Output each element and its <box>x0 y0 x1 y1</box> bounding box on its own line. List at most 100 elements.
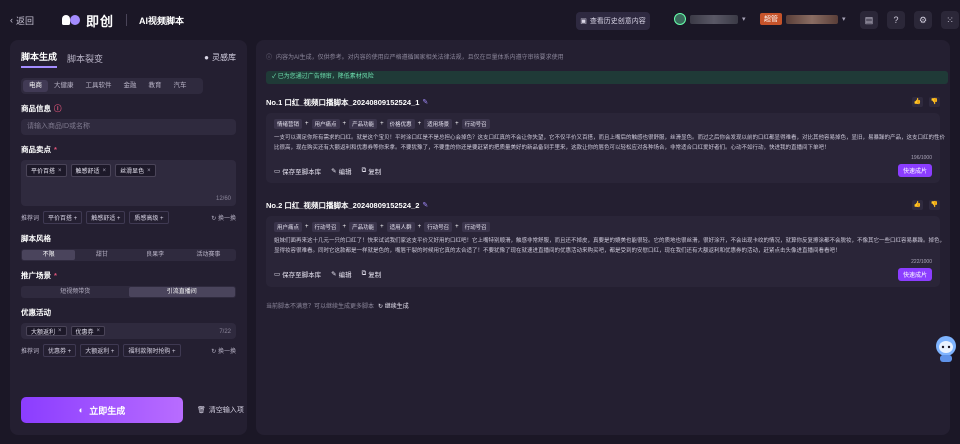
script-tag: 适用场景 <box>424 119 453 129</box>
category-tab[interactable]: 汽车 <box>168 80 193 92</box>
history-button[interactable]: ▣ 查看历史创意内容 <box>576 12 650 30</box>
script-card: 用户痛点 + 行动号召 + 产品功能 + 适用人群 + 行动号召 + 行动号召 姐妹们面再… <box>266 216 945 287</box>
swap-button[interactable]: ↻ 换一换 <box>211 346 236 355</box>
recommend-chip[interactable]: 福利款限时抢购 + <box>123 344 181 357</box>
close-icon[interactable]: × <box>147 168 151 174</box>
selling-point-chip: 平价百搭 × <box>26 164 67 177</box>
info-icon: ⓘ <box>54 104 62 113</box>
edit-title-icon[interactable]: ✎ <box>422 98 428 106</box>
save-to-library-button[interactable]: ▭ 保存至脚本库 <box>274 166 321 176</box>
copy-button[interactable]: ⧉ 复制 <box>362 166 382 176</box>
thumbs-down-icon[interactable]: 👎 <box>929 200 940 211</box>
action-label: 保存至脚本库 <box>282 272 322 279</box>
avatar <box>674 13 686 25</box>
product-input[interactable]: 请输入商品ID或名称 <box>21 119 236 135</box>
brand-logo-icon: ◐ <box>78 405 85 415</box>
plus-icon: + <box>380 121 384 127</box>
required-mark: * <box>54 271 57 280</box>
audit-notice-text: 已为您通过广告频审，降低素材风险 <box>277 74 374 80</box>
recommend-chip[interactable]: 大额返利 + <box>80 344 120 357</box>
script-card-header: No.2 口红_视频口播脚本_20240809152524_2 ✎ 👍 👎 <box>266 199 940 211</box>
selling-points-input[interactable]: 平价百搭 × 触感舒适 × 丝滑显色 × 12/60 <box>21 160 236 206</box>
script-tags: 情绪营销 + 用户痛点 + 产品功能 + 价格优惠 + 适用场景 + 行动号召 <box>274 119 932 129</box>
selling-points-label: 商品卖点 * <box>21 144 236 155</box>
recommend-chip[interactable]: 质感高级 + <box>129 211 169 224</box>
history-label: 查看历史创意内容 <box>589 18 646 25</box>
gear-icon[interactable]: ⚙ <box>914 11 932 29</box>
save-to-library-button[interactable]: ▭ 保存至脚本库 <box>274 269 321 279</box>
copy-button[interactable]: ⧉ 复制 <box>362 269 382 279</box>
recommend-row: 推荐词 优惠券 + 大额返利 + 福利款限时抢购 + ↻ 换一换 <box>21 344 236 357</box>
scene-option[interactable]: 引流直播间 <box>128 287 235 297</box>
category-tab[interactable]: 大健康 <box>48 80 80 92</box>
thumbs-up-icon[interactable]: 👍 <box>912 200 923 211</box>
promo-chip: 优惠券 × <box>70 326 106 336</box>
style-option[interactable]: 活动赛事 <box>182 250 235 260</box>
module-name: AI视频脚本 <box>139 15 185 26</box>
continue-button[interactable]: ↻ 继续生成 <box>378 301 409 310</box>
close-icon[interactable]: × <box>103 168 107 174</box>
style-option[interactable]: 甜甘 <box>75 250 128 260</box>
script-actions: ▭ 保存至脚本库 ✎ 编辑 ⧉ 复制 快速成片 <box>274 267 932 281</box>
scene-selector: 短视频带货 引流直播间 <box>21 286 236 298</box>
tab-script-generate[interactable]: 脚本生成 <box>21 50 58 68</box>
category-tab[interactable]: 金融 <box>118 80 143 92</box>
tab-script-fission[interactable]: 脚本裂变 <box>67 52 103 68</box>
style-option[interactable]: 良果李 <box>129 250 182 260</box>
refresh-icon: ↻ <box>211 349 217 355</box>
thumbs-up-icon[interactable]: 👍 <box>912 97 923 107</box>
plus-icon: + <box>342 121 347 127</box>
inspiration-library-link[interactable]: ● 灵感库 <box>204 52 236 63</box>
generate-button[interactable]: ◐ 立即生成 <box>21 397 183 423</box>
swap-button[interactable]: ↻ 换一换 <box>211 213 236 222</box>
edit-icon: ✎ <box>331 167 337 175</box>
scene-option[interactable]: 短视频带货 <box>22 287 129 297</box>
divider <box>126 14 128 26</box>
clear-button[interactable]: 🗑 清空输入项 <box>197 405 244 415</box>
user-menu[interactable]: ▾ <box>674 13 746 25</box>
continue-hint: 当前脚本不满意？可以继续生成更多脚本 <box>266 303 375 310</box>
chip-label: 优惠券 <box>75 329 94 336</box>
edit-title-icon[interactable]: ✎ <box>422 201 428 209</box>
close-icon[interactable]: × <box>97 328 101 334</box>
category-tab[interactable]: 教育 <box>143 80 168 92</box>
feedback-buttons: 👍 👎 <box>912 200 940 211</box>
script-tag: 用户痛点 <box>274 222 303 233</box>
recommend-chip[interactable]: 平价百搭 + <box>43 211 83 224</box>
apps-grid-icon[interactable]: ⁙ <box>941 11 959 29</box>
style-label: 脚本风格 <box>21 234 51 243</box>
style-selector: 不限 甜甘 良果李 活动赛事 <box>21 249 236 261</box>
quick-video-button[interactable]: 快速成片 <box>897 267 932 281</box>
selling-point-chip: 触感舒适 × <box>70 164 112 177</box>
script-actions: ▭ 保存至脚本库 ✎ 编辑 ⧉ 复制 快速成片 <box>274 164 932 178</box>
script-tags: 用户痛点 + 行动号召 + 产品功能 + 适用人群 + 行动号召 + 行动号召 <box>274 222 932 233</box>
close-icon[interactable]: × <box>58 328 62 334</box>
category-tab[interactable]: 电商 <box>23 80 48 92</box>
edit-button[interactable]: ✎ 编辑 <box>331 166 351 176</box>
style-option[interactable]: 不限 <box>22 250 76 260</box>
back-button[interactable]: ‹ 返回 <box>10 14 34 27</box>
recommend-chip[interactable]: 触感舒适 + <box>86 211 126 224</box>
category-tab[interactable]: 工具软件 <box>80 80 118 92</box>
edit-button[interactable]: ✎ 编辑 <box>331 269 351 279</box>
char-counter: 12/60 <box>215 196 231 202</box>
plus-icon: + <box>305 224 309 231</box>
thumbs-down-icon[interactable]: 👎 <box>929 97 940 107</box>
recommend-chip[interactable]: 优惠券 + <box>43 344 77 357</box>
assistant-mascot-icon[interactable] <box>935 334 957 364</box>
quick-video-button[interactable]: 快速成片 <box>897 164 932 178</box>
close-icon[interactable]: × <box>58 168 62 174</box>
feedback-buttons: 👍 👎 <box>912 97 940 107</box>
help-icon[interactable]: ? <box>887 11 905 29</box>
app-root: ‹ 返回 即创 AI视频脚本 ▣ 查看历史创意内容 ▾ 超管 ▾ ▤ ? ⚙ ⁙… <box>0 0 960 444</box>
org-menu[interactable]: 超管 ▾ <box>760 13 846 25</box>
script-text: 姐妹们面再来这十几元一只的口红了！快来试试我们家这支平价又好用的口红吧！它上嘴特… <box>274 238 946 254</box>
generate-row: ◐ 立即生成 🗑 清空输入项 <box>21 397 244 423</box>
plus-icon: + <box>455 224 459 231</box>
bag-icon[interactable]: ▤ <box>860 11 878 29</box>
promo-chip: 大额返利 × <box>26 326 67 336</box>
promo-input[interactable]: 大额返利 × 优惠券 × 7/22 <box>21 323 236 339</box>
library-label: 灵感库 <box>212 53 236 62</box>
chip-label: 大额返利 <box>31 329 56 336</box>
action-label: 编辑 <box>338 168 352 176</box>
